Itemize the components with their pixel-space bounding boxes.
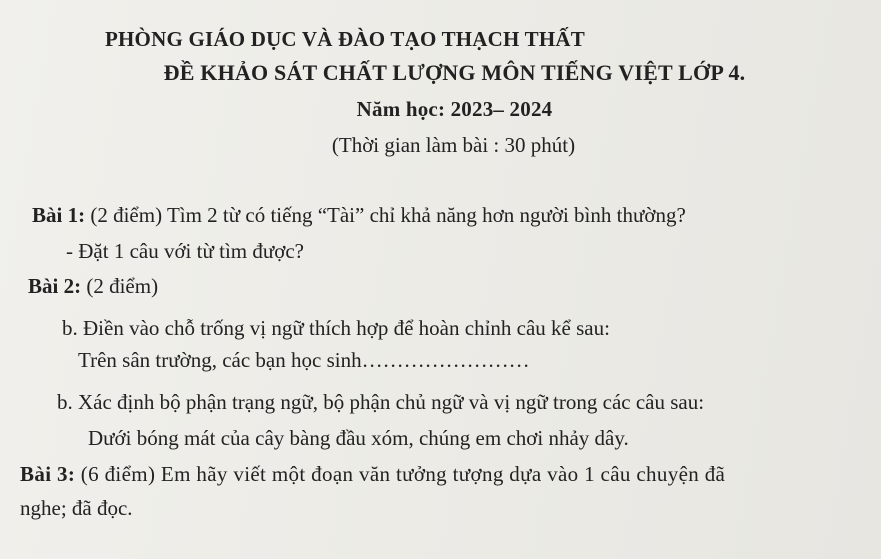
duration-note: (Thời gian làm bài : 30 phút)	[331, 133, 576, 157]
question-2-part-a-sentence: Trên sân trường, các bạn học sinh……………………	[78, 348, 530, 372]
exam-paper: PHÒNG GIÁO DỤC VÀ ĐÀO TẠO THẠCH THẤT ĐỀ …	[0, 0, 881, 559]
question-2: Bài 2: (2 điểm)	[28, 276, 158, 297]
question-3-continuation: nghe; đã đọc.	[20, 496, 133, 520]
question-1-label: Bài 1:	[32, 203, 86, 227]
question-1: Bài 1: (2 điểm) Tìm 2 từ có tiếng “Tài” …	[32, 205, 686, 226]
question-2-label: Bài 2:	[28, 274, 82, 298]
question-3-text: (6 điểm) Em hãy viết một đoạn văn tưởng …	[75, 462, 726, 486]
exam-title: ĐỀ KHẢO SÁT CHẤT LƯỢNG MÔN TIẾNG VIỆT LỚ…	[163, 60, 746, 85]
school-year: Năm học: 2023– 2024	[356, 97, 553, 121]
question-2-text: (2 điểm)	[81, 274, 159, 298]
department-heading: PHÒNG GIÁO DỤC VÀ ĐÀO TẠO THẠCH THẤT	[105, 27, 585, 51]
question-3-label: Bài 3:	[20, 462, 76, 486]
question-3: Bài 3: (6 điểm) Em hãy viết một đoạn văn…	[20, 464, 725, 485]
question-2-part-b-sentence: Dưới bóng mát của cây bàng đầu xóm, chún…	[88, 426, 629, 450]
question-2-part-b: b. Xác định bộ phận trạng ngữ, bộ phận c…	[57, 390, 705, 414]
question-2-part-a: b. Điền vào chỗ trống vị ngữ thích hợp đ…	[62, 316, 610, 340]
question-1-text: (2 điểm) Tìm 2 từ có tiếng “Tài” chỉ khả…	[85, 203, 686, 227]
question-1-sub: - Đặt 1 câu với từ tìm được?	[66, 239, 304, 263]
